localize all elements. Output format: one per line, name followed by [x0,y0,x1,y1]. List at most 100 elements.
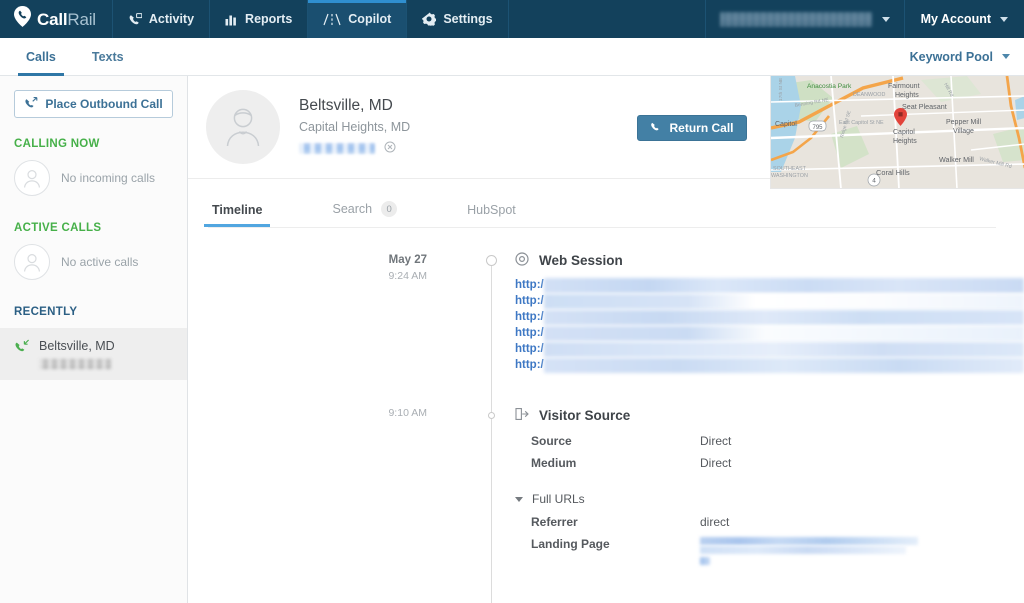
calling-now-empty-state: No incoming calls [14,160,187,196]
top-nav-right-group: My Account [705,0,1024,38]
tab-search[interactable]: Search 0 [328,201,401,227]
timeline-entry-time: 9:10 AM [188,408,427,420]
url-protocol: http:/ [515,279,544,291]
url-redacted [544,342,1024,357]
calling-now-empty-text: No incoming calls [61,171,155,185]
outbound-button-label: Place Outbound Call [45,97,162,111]
full-urls-fields: Referrer direct Landing Page [515,515,1024,569]
tab-hubspot[interactable]: HubSpot [463,203,520,227]
main-content-panel: Beltsville, MD Capital Heights, MD [188,76,1024,603]
url-list-item[interactable]: http:/ [515,341,1024,357]
url-redacted [544,326,1024,341]
my-account-label: My Account [921,12,991,26]
timeline-marker-dot [486,255,497,266]
chevron-down-icon [1002,54,1010,59]
svg-text:Anacostia Park: Anacostia Park [807,83,852,90]
visitor-source-enter-icon [515,407,529,424]
avatar [206,90,280,164]
url-list-item[interactable]: http:/ [515,357,1024,373]
tab-timeline-label: Timeline [212,203,262,217]
person-avatar-icon [14,244,50,280]
tab-timeline[interactable]: Timeline [208,203,266,227]
search-count-badge: 0 [381,201,397,217]
field-label: Landing Page [515,537,700,551]
copilot-icon [323,13,341,26]
section-heading-active-calls: ACTIVE CALLS [14,222,187,234]
timeline-entry-timestamp: 9:10 AM [188,407,456,569]
svg-text:Heights: Heights [893,138,917,145]
url-protocol: http:/ [515,343,544,355]
location-map[interactable]: 795 4 Anacostia Park DEANWOOD Fairmount … [770,76,1024,189]
recent-call-phone-redacted [39,359,111,369]
field-row-source: Source Direct [515,434,1024,456]
svg-text:Coral Hills: Coral Hills [876,168,910,177]
account-selector[interactable] [705,0,904,38]
section-heading-calling-now: CALLING NOW [14,138,187,150]
primary-nav-items: Activity Reports Copilot [112,0,509,38]
phone-outbound-icon [24,97,38,112]
nav-item-reports[interactable]: Reports [209,0,307,38]
url-list-item[interactable]: http:/ [515,293,1024,309]
recent-call-item[interactable]: Beltsville, MD [0,328,187,380]
bar-chart-icon [225,13,238,26]
landing-page-redacted [700,537,920,569]
field-value: Direct [700,434,731,448]
svg-text:Village: Village [953,128,974,135]
return-call-button[interactable]: Return Call [637,115,747,141]
field-row-landing-page: Landing Page [515,537,1024,569]
brand-logo[interactable]: CallRail [0,0,112,38]
svg-text:DEANWOOD: DEANWOOD [853,92,885,98]
my-account-menu[interactable]: My Account [904,0,1024,38]
timeline-entry-visitor-source: 9:10 AM Visitor Source [188,407,1024,569]
svg-text:Capitol: Capitol [775,121,797,128]
tab-hubspot-label: HubSpot [467,203,516,217]
tab-texts[interactable]: Texts [84,38,132,75]
nav-item-label: Activity [149,12,194,26]
url-list-item[interactable]: http:/ [515,277,1024,293]
svg-text:Heights: Heights [895,92,919,99]
section-heading-recently: RECENTLY [14,306,187,318]
nav-item-activity[interactable]: Activity [112,0,209,38]
field-value: Direct [700,456,731,470]
contact-phone-redacted [299,143,375,154]
url-protocol: http:/ [515,311,544,323]
field-row-medium: Medium Direct [515,456,1024,478]
keyword-pool-selector[interactable]: Keyword Pool [910,38,1010,75]
recent-call-name: Beltsville, MD [39,339,115,353]
svg-text:795: 795 [812,125,823,131]
svg-text:Capitol: Capitol [893,129,915,136]
svg-text:Walker Mill: Walker Mill [939,155,974,164]
timeline-list: May 27 9:24 AM Web Session [188,228,1024,569]
place-outbound-call-button[interactable]: Place Outbound Call [14,90,173,118]
nav-item-copilot[interactable]: Copilot [307,0,406,38]
block-circle-x-icon[interactable] [384,140,396,158]
url-list-item[interactable]: http:/ [515,325,1024,341]
app-body: Place Outbound Call CALLING NOW No incom… [0,76,1024,603]
left-sidebar: Place Outbound Call CALLING NOW No incom… [0,76,188,603]
active-calls-empty-state: No active calls [14,244,187,280]
url-list-item[interactable]: http:/ [515,309,1024,325]
contact-phone-row [299,140,410,158]
contact-location: Capital Heights, MD [299,120,410,134]
web-session-url-list: http:/ http:/ http:/ http:/ [515,277,1024,373]
svg-text:17th St NE: 17th St NE [778,78,784,101]
url-redacted [544,278,1024,293]
field-row-referrer: Referrer direct [515,515,1024,537]
person-avatar-icon [14,160,50,196]
tab-calls-label: Calls [26,50,56,64]
full-urls-toggle[interactable]: Full URLs [515,492,1024,506]
tab-calls[interactable]: Calls [18,38,64,75]
url-protocol: http:/ [515,359,544,371]
timeline-marker-dot [488,412,495,419]
timeline-entry-header: Web Session [515,252,1024,269]
svg-text:Fairmount: Fairmount [888,83,920,90]
nav-item-label: Copilot [348,12,391,26]
nav-item-settings[interactable]: Settings [406,0,508,38]
svg-text:SOUTHEAST: SOUTHEAST [773,166,807,172]
field-value: direct [700,515,729,529]
contact-name: Beltsville, MD [299,96,410,117]
account-name-redacted [720,12,872,27]
content-tabs: Timeline Search 0 HubSpot [188,179,1024,227]
top-navigation-bar: CallRail Activity Reports [0,0,1024,38]
brand-name: CallRail [37,11,96,28]
